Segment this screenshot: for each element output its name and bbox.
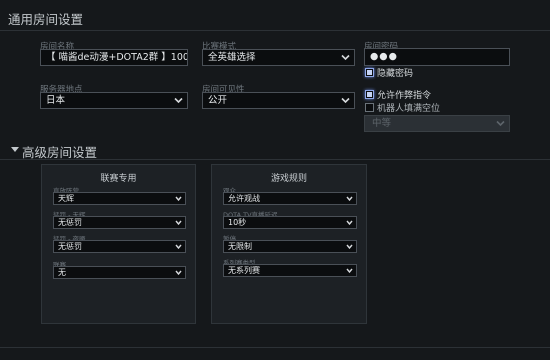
chevron-down-icon xyxy=(175,270,182,275)
hide-password-label: 隐藏密码 xyxy=(377,69,414,79)
chevron-down-icon xyxy=(175,196,182,201)
section-divider xyxy=(0,30,550,31)
checkbox-checked-icon xyxy=(365,90,374,99)
chevron-down-icon xyxy=(346,244,353,249)
starting-team-value: 天辉 xyxy=(58,194,74,203)
game-mode-value: 全英雄选择 xyxy=(208,52,256,63)
league-panel-title: 联赛专用 xyxy=(100,174,137,184)
bot-difficulty-value: 中等 xyxy=(372,118,392,129)
bots-fill-label: 机器人填满空位 xyxy=(377,104,441,114)
league-dropdown[interactable]: 无 xyxy=(53,266,186,279)
server-location-dropdown[interactable]: 日本 xyxy=(40,92,188,109)
collapse-triangle-icon[interactable] xyxy=(11,147,19,152)
series-type-dropdown[interactable]: 无系列赛 xyxy=(223,264,357,277)
password-input[interactable]: ●●● xyxy=(364,48,510,66)
league-value: 无 xyxy=(58,268,66,277)
room-visibility-value: 公开 xyxy=(208,95,228,106)
pause-value: 无限制 xyxy=(228,242,252,251)
chevron-down-icon xyxy=(346,196,353,201)
chevron-down-icon xyxy=(346,268,353,273)
spectators-value: 允许观战 xyxy=(228,194,260,203)
chevron-down-icon xyxy=(496,120,505,127)
dire-penalty-value: 无惩罚 xyxy=(58,242,82,251)
bottom-divider xyxy=(0,347,550,348)
room-name-input[interactable]: 【 喵酱de动漫+DOTA2群 】100015053 xyxy=(40,49,188,66)
checkbox-checked-icon xyxy=(365,68,374,77)
chevron-down-icon xyxy=(341,54,350,61)
league-settings-panel: 联赛专用 直放阵营 天辉 惩罚 - 天辉 无惩罚 惩罚 - 夜魇 无惩罚 联赛 … xyxy=(41,164,196,324)
allow-cheats-label: 允许作弊指令 xyxy=(377,91,432,101)
starting-team-dropdown[interactable]: 天辉 xyxy=(53,192,186,205)
section-divider xyxy=(0,159,550,160)
chevron-down-icon xyxy=(341,97,350,104)
game-mode-dropdown[interactable]: 全英雄选择 xyxy=(202,49,355,66)
dotatv-delay-value: 10秒 xyxy=(228,218,247,227)
radiant-penalty-value: 无惩罚 xyxy=(58,218,82,227)
dire-penalty-dropdown[interactable]: 无惩罚 xyxy=(53,240,186,253)
allow-cheats-checkbox[interactable]: 允许作弊指令 xyxy=(365,90,431,102)
chevron-down-icon xyxy=(174,97,183,104)
general-settings-title: 通用房间设置 xyxy=(8,12,84,27)
checkbox-unchecked-icon xyxy=(365,103,374,112)
pause-dropdown[interactable]: 无限制 xyxy=(223,240,357,253)
chevron-down-icon xyxy=(175,244,182,249)
bots-fill-checkbox[interactable]: 机器人填满空位 xyxy=(365,103,440,115)
game-rules-panel: 游戏规则 观众 允许观战 DOTA TV直播延迟 10秒 暂停 无限制 系列赛类… xyxy=(211,164,367,324)
bot-difficulty-dropdown: 中等 xyxy=(364,115,510,132)
series-type-value: 无系列赛 xyxy=(228,266,260,275)
rules-panel-title: 游戏规则 xyxy=(270,174,307,184)
chevron-down-icon xyxy=(346,220,353,225)
server-location-value: 日本 xyxy=(46,95,66,106)
room-visibility-dropdown[interactable]: 公开 xyxy=(202,92,355,109)
spectators-dropdown[interactable]: 允许观战 xyxy=(223,192,357,205)
chevron-down-icon xyxy=(175,220,182,225)
dotatv-delay-dropdown[interactable]: 10秒 xyxy=(223,216,357,229)
hide-password-checkbox[interactable]: 隐藏密码 xyxy=(365,68,413,80)
radiant-penalty-dropdown[interactable]: 无惩罚 xyxy=(53,216,186,229)
